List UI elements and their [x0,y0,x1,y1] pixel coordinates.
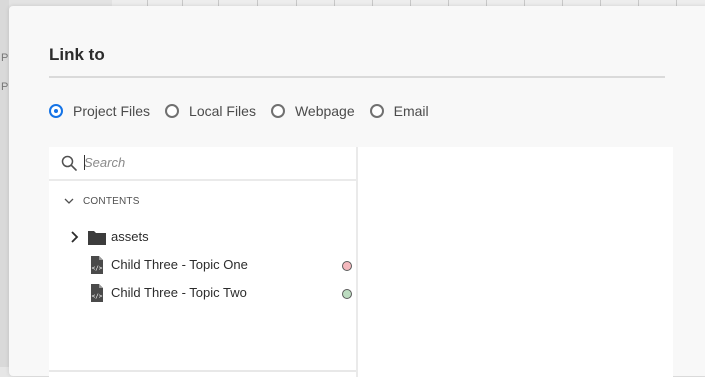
search-bar [49,147,356,181]
chevron-down-icon[interactable] [63,195,75,207]
folder-icon [88,231,106,245]
link-type-radio-group: Project Files Local Files Webpage Email [49,103,444,119]
section-label: CONTENTS [83,195,140,207]
radio-selected-icon[interactable] [49,104,63,118]
radio-label: Email [393,103,429,119]
topic-file-icon: </> [91,256,103,274]
pane-divider [49,370,356,372]
radio-unselected-icon[interactable] [165,104,180,118]
tree-item-label: Child Three - Topic Two [111,285,247,300]
radio-local-files[interactable]: Local Files [165,103,256,119]
status-dot [342,261,352,271]
radio-email[interactable]: Email [369,103,429,119]
search-icon [61,155,77,171]
file-browser-panel: CONTENTS assets </> Child Three - Topic … [49,147,673,377]
chevron-right-icon[interactable] [69,231,79,243]
tree-item-label: Child Three - Topic One [111,257,248,272]
radio-unselected-icon[interactable] [270,104,285,118]
radio-webpage[interactable]: Webpage [270,103,355,119]
radio-unselected-icon[interactable] [369,104,384,118]
radio-label: Webpage [294,103,355,119]
svg-text:</>: </> [92,265,103,272]
text-cursor [84,155,85,170]
status-dot [342,289,352,299]
preview-pane [358,147,673,377]
tree-item-topic[interactable]: </> Child Three - Topic Two [49,280,356,306]
radio-label: Project Files [73,103,151,119]
tree-item-assets[interactable]: assets [49,224,356,250]
link-to-dialog: Link to Project Files Local Files Webpag… [9,6,705,377]
topic-file-icon: </> [91,284,103,302]
file-tree-pane: CONTENTS assets </> Child Three - Topic … [49,147,358,377]
dialog-title: Link to [49,45,105,64]
title-divider [49,76,665,78]
search-input[interactable] [84,152,334,172]
radio-label: Local Files [189,103,256,119]
background-text: P [1,81,9,93]
tree-item-label: assets [111,229,149,244]
radio-project-files[interactable]: Project Files [49,103,150,119]
tree-item-topic[interactable]: </> Child Three - Topic One [49,252,356,278]
contents-section-header[interactable]: CONTENTS [49,191,356,211]
background-text: P [1,52,9,64]
svg-text:</>: </> [92,293,103,300]
